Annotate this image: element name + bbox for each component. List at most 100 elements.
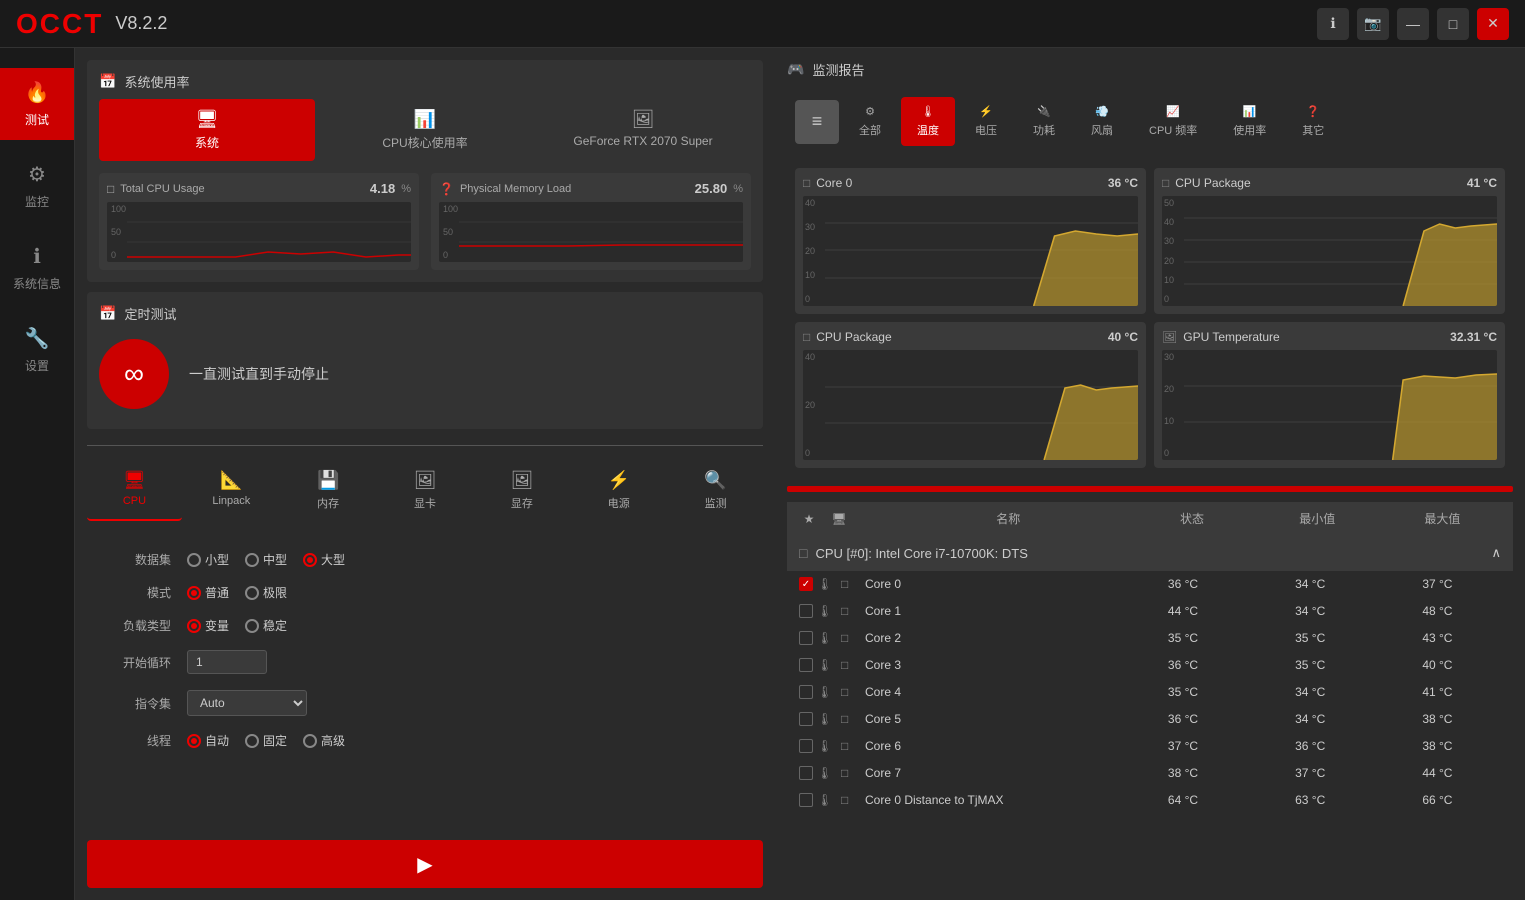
cpu-package-top-chart-card: □ CPU Package 41 °C 50 40 30 20 10 0 xyxy=(1154,168,1505,314)
monitor-tab-cpu-freq[interactable]: 📈 CPU 频率 xyxy=(1133,97,1213,146)
thread-fixed[interactable]: 固定 xyxy=(245,732,287,749)
dataset-medium[interactable]: 中型 xyxy=(245,551,287,568)
instruction-row: 指令集 Auto xyxy=(97,682,753,724)
minimize-button[interactable]: — xyxy=(1397,8,1429,40)
memory-usage-unit: % xyxy=(733,183,743,195)
monitor-tab-label: 监测 xyxy=(705,495,727,511)
cpu-tab-icon: 🖥 xyxy=(123,470,146,491)
cpu-package-top-header: □ CPU Package 41 °C xyxy=(1162,176,1497,190)
mode-label: 模式 xyxy=(97,584,187,601)
test-tab-power[interactable]: ⚡ 电源 xyxy=(571,462,666,521)
load-variable-radio[interactable] xyxy=(187,619,201,633)
scheduled-test-title: 定时测试 xyxy=(124,304,176,323)
usage-tab-cpu-core[interactable]: 📊 CPU核心使用率 xyxy=(317,99,533,161)
schedule-icon: 📅 xyxy=(99,305,116,322)
menu-button[interactable]: ≡ xyxy=(795,100,839,144)
row-min-6: 36 °C xyxy=(1247,739,1374,753)
memory-tab-label: 内存 xyxy=(317,495,339,511)
dataset-label: 数据集 xyxy=(97,551,187,568)
row-checkbox-4[interactable] xyxy=(799,685,813,699)
monitor-tab-power[interactable]: 🔌 功耗 xyxy=(1017,97,1071,146)
infinity-button[interactable]: ∞ xyxy=(99,339,169,409)
thread-fixed-radio[interactable] xyxy=(245,734,259,748)
row-min-1: 34 °C xyxy=(1247,604,1374,618)
test-tab-gpu[interactable]: 🖼 显卡 xyxy=(378,462,473,521)
info-button[interactable]: ℹ xyxy=(1317,8,1349,40)
min-header: 最小值 xyxy=(1259,510,1376,527)
screenshot-button[interactable]: 📷 xyxy=(1357,8,1389,40)
monitor-tab-temp[interactable]: 🌡 温度 xyxy=(901,97,955,146)
usage-tab-system[interactable]: 🖥 系统 xyxy=(99,99,315,161)
row-monitor-icon-4: □ xyxy=(841,685,865,699)
monitor-tab-usage[interactable]: 📊 使用率 xyxy=(1217,97,1282,146)
row-min-8: 63 °C xyxy=(1247,793,1374,807)
dataset-large-radio[interactable] xyxy=(303,553,317,567)
mode-extreme-radio[interactable] xyxy=(245,586,259,600)
test-tab-cpu[interactable]: 🖥 CPU xyxy=(87,462,182,521)
load-stable-radio[interactable] xyxy=(245,619,259,633)
usage-tab-icon2: 📊 xyxy=(1243,105,1257,118)
row-min-5: 34 °C xyxy=(1247,712,1374,726)
sidebar-item-sysinfo[interactable]: ℹ 系统信息 xyxy=(0,232,74,304)
test-tab-linpack[interactable]: 📐 Linpack xyxy=(184,462,279,521)
monitor-tab-all[interactable]: ⚙ 全部 xyxy=(843,97,897,146)
instruction-select[interactable]: Auto xyxy=(187,690,307,716)
maximize-button[interactable]: □ xyxy=(1437,8,1469,40)
row-checkbox-2[interactable] xyxy=(799,631,813,645)
fav-header: ★ xyxy=(799,512,819,526)
thread-auto[interactable]: 自动 xyxy=(187,732,229,749)
row-max-7: 44 °C xyxy=(1374,766,1501,780)
row-name-8: Core 0 Distance to TjMAX xyxy=(865,793,1119,807)
thread-auto-radio[interactable] xyxy=(187,734,201,748)
mode-normal-radio[interactable] xyxy=(187,586,201,600)
monitor-tab-voltage[interactable]: ⚡ 电压 xyxy=(959,97,1013,146)
thread-advanced-radio[interactable] xyxy=(303,734,317,748)
titlebar: OCCT V8.2.2 ℹ 📷 — □ ✕ xyxy=(0,0,1525,48)
cpu-pkg-bot-title: CPU Package xyxy=(816,330,1102,344)
row-checkbox-3[interactable] xyxy=(799,658,813,672)
test-tab-monitor[interactable]: 🔍 监测 xyxy=(668,462,763,521)
dataset-row: 数据集 小型 中型 大型 xyxy=(97,543,753,576)
sidebar-item-test[interactable]: 🔥 测试 xyxy=(0,68,74,140)
vram-tab-icon: 🖼 xyxy=(510,470,533,491)
sidebar-item-settings[interactable]: 🔧 设置 xyxy=(0,314,74,386)
core0-title: Core 0 xyxy=(816,176,1102,190)
row-max-8: 66 °C xyxy=(1374,793,1501,807)
core0-chart-area: 40 30 20 10 0 xyxy=(803,196,1138,306)
load-stable[interactable]: 稳定 xyxy=(245,617,287,634)
row-status-6: 37 °C xyxy=(1119,739,1246,753)
dataset-medium-radio[interactable] xyxy=(245,553,259,567)
row-checkbox-7[interactable] xyxy=(799,766,813,780)
close-button[interactable]: ✕ xyxy=(1477,8,1509,40)
row-checkbox-0[interactable]: ✓ xyxy=(799,577,813,591)
monitor-tab-fan[interactable]: 💨 风扇 xyxy=(1075,97,1129,146)
sidebar-item-monitor[interactable]: ⚙ 监控 xyxy=(0,150,74,222)
cpu-icon: □ xyxy=(107,182,114,196)
monitor-tab-other[interactable]: ❓ 其它 xyxy=(1286,97,1340,146)
start-cycle-input[interactable] xyxy=(187,650,267,674)
voltage-tab-icon: ⚡ xyxy=(979,105,993,118)
test-tab-memory[interactable]: 💾 内存 xyxy=(281,462,376,521)
group-collapse-icon[interactable]: ∧ xyxy=(1491,545,1501,561)
thread-advanced[interactable]: 高级 xyxy=(303,732,345,749)
mode-extreme[interactable]: 极限 xyxy=(245,584,287,601)
usage-tab-gpu[interactable]: 🖼 GeForce RTX 2070 Super xyxy=(535,99,751,161)
sidebar-label-monitor: 监控 xyxy=(25,193,49,210)
row-checkbox-6[interactable] xyxy=(799,739,813,753)
linpack-tab-icon: 📐 xyxy=(220,470,242,491)
cpu-tab-label: CPU xyxy=(123,495,146,507)
row-checkbox-1[interactable] xyxy=(799,604,813,618)
dataset-small[interactable]: 小型 xyxy=(187,551,229,568)
core0-y-labels: 40 30 20 10 0 xyxy=(805,196,815,306)
dataset-large[interactable]: 大型 xyxy=(303,551,345,568)
mode-normal[interactable]: 普通 xyxy=(187,584,229,601)
row-checkbox-5[interactable] xyxy=(799,712,813,726)
row-checkbox-8[interactable] xyxy=(799,793,813,807)
charts-grid: □ Core 0 36 °C 40 30 20 10 0 xyxy=(787,160,1513,476)
cpu-pkg-top-value: 41 °C xyxy=(1467,176,1497,190)
test-tab-vram[interactable]: 🖼 显存 xyxy=(474,462,569,521)
start-button[interactable]: ▶ xyxy=(87,840,763,888)
dataset-small-radio[interactable] xyxy=(187,553,201,567)
cpu-package-bottom-chart-card: □ CPU Package 40 °C 40 20 0 xyxy=(795,322,1146,468)
load-variable[interactable]: 变量 xyxy=(187,617,229,634)
